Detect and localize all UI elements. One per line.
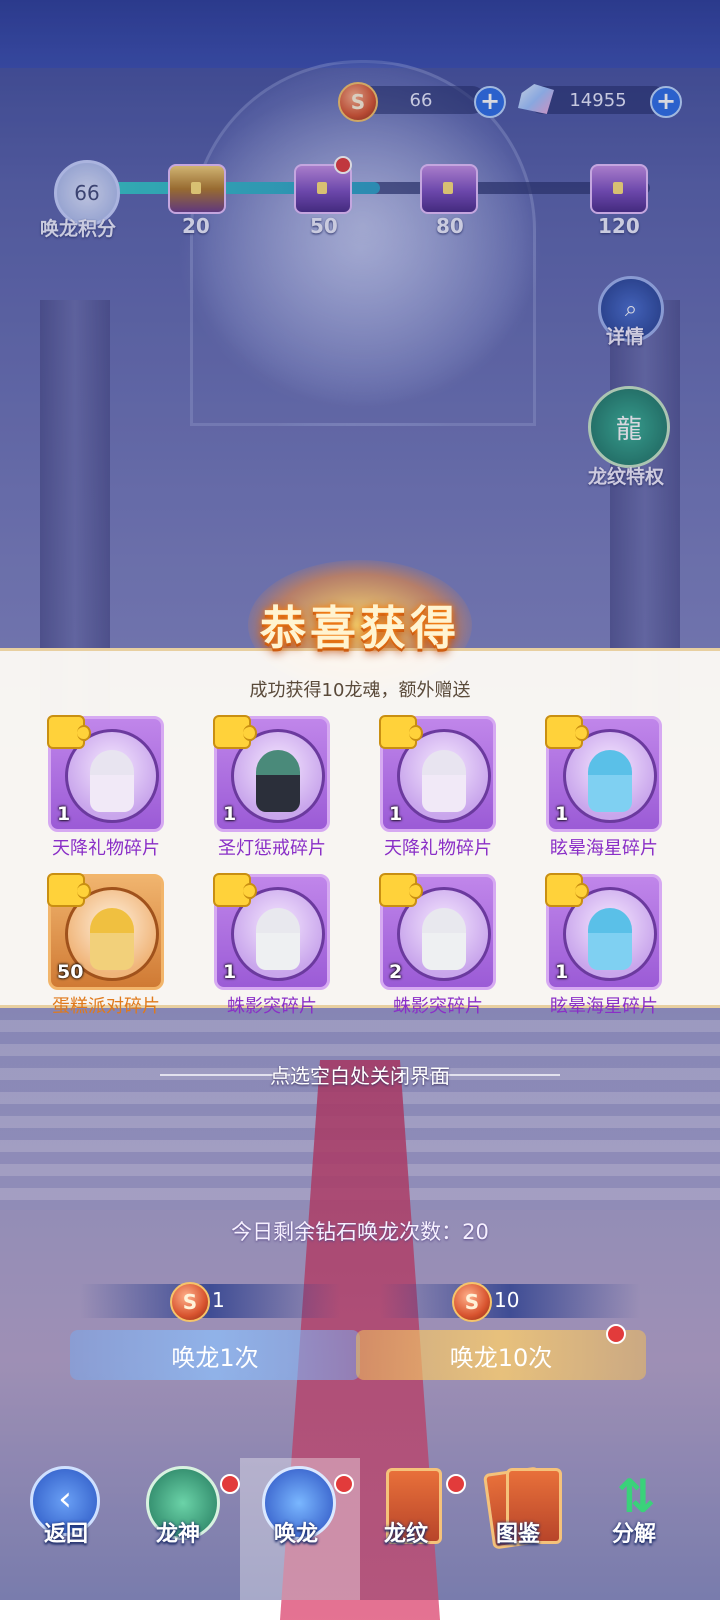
character-portrait bbox=[256, 750, 300, 812]
reward-item[interactable]: 2 bbox=[379, 873, 496, 990]
character-portrait bbox=[422, 908, 466, 970]
item-count: 50 bbox=[57, 961, 84, 983]
item-count: 1 bbox=[555, 803, 569, 825]
close-hint: 点选空白处关闭界面 bbox=[270, 1064, 450, 1088]
reward-item[interactable]: 1 bbox=[213, 715, 330, 832]
nav-decompose[interactable]: 分解 bbox=[612, 1516, 656, 1548]
nav-back[interactable]: 返回 bbox=[44, 1516, 88, 1548]
character-portrait bbox=[588, 908, 632, 970]
summon-once-button[interactable]: 唤龙1次 bbox=[70, 1330, 360, 1380]
nav-summon[interactable]: 唤龙 bbox=[274, 1516, 318, 1548]
summon-badge bbox=[334, 1474, 354, 1494]
item-count: 1 bbox=[57, 803, 71, 825]
puzzle-piece-icon bbox=[545, 715, 589, 749]
coin-icon-one: S bbox=[170, 1282, 210, 1322]
puzzle-piece-icon bbox=[213, 715, 257, 749]
summon-ten-badge bbox=[606, 1324, 626, 1344]
reward-item[interactable]: 1 bbox=[545, 873, 662, 990]
cost-bar-one bbox=[80, 1284, 340, 1318]
puzzle-piece-icon bbox=[47, 715, 91, 749]
nav-codex[interactable]: 图鉴 bbox=[496, 1516, 540, 1548]
puzzle-piece-icon bbox=[545, 873, 589, 907]
item-name: 天降礼物碎片 bbox=[384, 838, 492, 859]
remaining-summons-text: 今日剩余钻石唤龙次数：20 bbox=[231, 1220, 489, 1244]
item-count: 1 bbox=[555, 961, 569, 983]
item-count: 1 bbox=[389, 803, 403, 825]
item-name: 眩晕海星碎片 bbox=[550, 996, 658, 1017]
character-portrait bbox=[256, 908, 300, 970]
reward-item[interactable]: 1 bbox=[213, 873, 330, 990]
item-name: 圣灯惩戒碎片 bbox=[218, 838, 326, 859]
puzzle-piece-icon bbox=[47, 873, 91, 907]
character-portrait bbox=[90, 750, 134, 812]
reward-item[interactable]: 50 bbox=[47, 873, 164, 990]
coin-icon-ten: S bbox=[452, 1282, 492, 1322]
nav-dragon-god[interactable]: 龙神 bbox=[156, 1516, 200, 1548]
item-name: 天降礼物碎片 bbox=[52, 838, 160, 859]
nav-pattern[interactable]: 龙纹 bbox=[384, 1516, 428, 1548]
item-name: 蛛影突碎片 bbox=[227, 996, 317, 1017]
item-name: 蛋糕派对碎片 bbox=[52, 996, 160, 1017]
pattern-badge bbox=[446, 1474, 466, 1494]
item-count: 2 bbox=[389, 961, 403, 983]
reward-item[interactable]: 1 bbox=[545, 715, 662, 832]
puzzle-piece-icon bbox=[379, 715, 423, 749]
item-count: 1 bbox=[223, 961, 237, 983]
reward-title: 恭喜获得 bbox=[260, 601, 460, 655]
item-name: 眩晕海星碎片 bbox=[550, 838, 658, 859]
reward-item[interactable]: 1 bbox=[47, 715, 164, 832]
summon-ten-button[interactable]: 唤龙10次 bbox=[356, 1330, 646, 1380]
cost-one: 1 bbox=[212, 1288, 225, 1312]
reward-item[interactable]: 1 bbox=[379, 715, 496, 832]
item-count: 1 bbox=[223, 803, 237, 825]
item-name: 蛛影突碎片 bbox=[393, 996, 483, 1017]
cost-ten: 10 bbox=[494, 1288, 520, 1312]
dragon-god-badge bbox=[220, 1474, 240, 1494]
character-portrait bbox=[90, 908, 134, 970]
puzzle-piece-icon bbox=[379, 873, 423, 907]
character-portrait bbox=[588, 750, 632, 812]
reward-subtitle: 成功获得10龙魂，额外赠送 bbox=[249, 680, 471, 701]
character-portrait bbox=[422, 750, 466, 812]
puzzle-piece-icon bbox=[213, 873, 257, 907]
